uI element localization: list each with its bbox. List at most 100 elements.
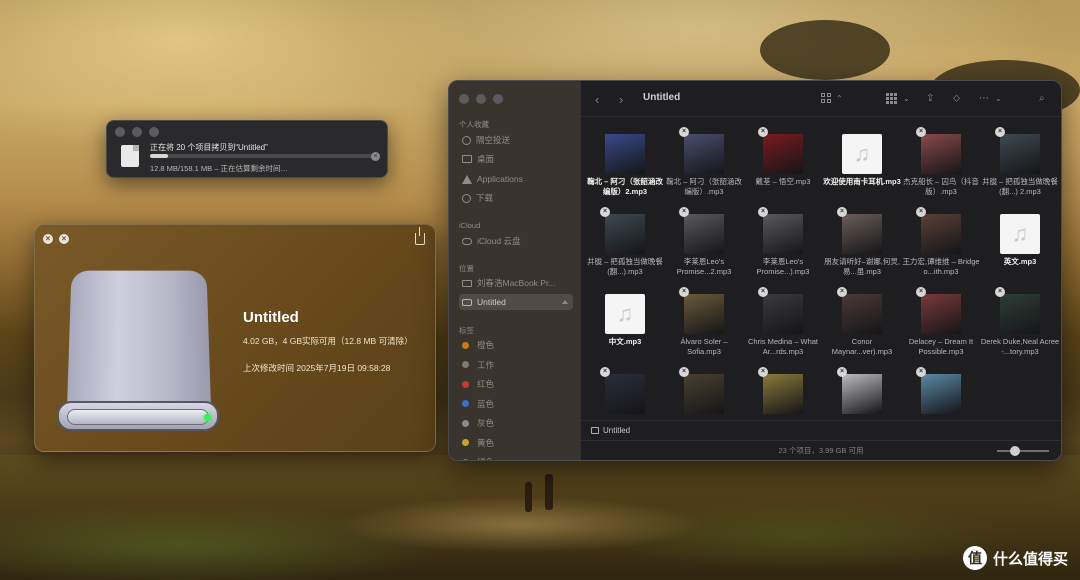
drive-info-window: × × Untitled 4.02 GB，4 GB实际可用（12.8 MB 可清… — [34, 224, 436, 452]
file-item[interactable]: × 李莱恩Leo's Promise...).mp3 — [743, 214, 823, 277]
cancel-copy-icon[interactable]: × — [837, 287, 847, 297]
sidebar-item-label: 桌面 — [477, 153, 494, 165]
finder-toolbar: ‹ › Untitled ⌃ ⌄ ⇪ ⬦ ⋯ ⌄ ⌕ — [581, 81, 1061, 117]
close-all-icon[interactable]: × — [59, 234, 69, 244]
cancel-copy-icon[interactable]: × — [837, 367, 847, 377]
share-icon[interactable] — [415, 233, 425, 245]
file-item[interactable]: × 王力宏,谭维维 – Bridge o...ith.mp3 — [901, 214, 981, 277]
cancel-copy-icon[interactable]: × — [600, 207, 610, 217]
file-item[interactable]: × 朋友请听好–谢娜,何炅,易...虽.mp3 — [822, 214, 902, 277]
zoom-button[interactable] — [149, 127, 159, 137]
close-button[interactable] — [115, 127, 125, 137]
icon-size-slider-knob[interactable] — [1010, 446, 1020, 456]
file-item[interactable]: × — [585, 374, 665, 417]
album-art-thumbnail: × — [1000, 134, 1040, 174]
file-name: 王力宏,谭维维 – Bridge o...ith.mp3 — [901, 257, 981, 277]
file-item[interactable]: ♫ 欢迎使用南卡耳机.mp3 — [822, 134, 902, 187]
icon-size-slider[interactable] — [997, 450, 1049, 452]
cancel-copy-icon[interactable]: × — [916, 127, 926, 137]
file-item[interactable]: × Derek Duke,Neal Acree -...tory.mp3 — [980, 294, 1060, 357]
stop-copy-icon[interactable]: × — [371, 152, 380, 161]
album-art-thumbnail: × — [921, 134, 961, 174]
file-item[interactable]: × Chris Medina – What Ar...rds.mp3 — [743, 294, 823, 357]
close-icon[interactable]: × — [43, 234, 53, 244]
sidebar-item-applications[interactable]: Applications — [459, 171, 573, 187]
sidebar-item-untitled[interactable]: Untitled — [459, 294, 573, 310]
cancel-copy-icon[interactable]: × — [758, 207, 768, 217]
sidebar-item-icloud-drive[interactable]: iCloud 云盘 — [459, 233, 573, 249]
cancel-copy-icon[interactable]: × — [837, 207, 847, 217]
cancel-copy-icon[interactable]: × — [916, 287, 926, 297]
file-item[interactable]: × 鞠北 – 阿刁（张韶涵改编版）.mp3 — [664, 134, 744, 197]
cancel-copy-icon[interactable]: × — [679, 127, 689, 137]
cancel-copy-icon[interactable]: × — [758, 367, 768, 377]
share-icon[interactable]: ⇪ — [926, 93, 938, 104]
view-toggle-chevron-icon[interactable]: ⌃ — [836, 93, 848, 104]
cancel-copy-icon[interactable]: × — [995, 127, 1005, 137]
icon-view-icon[interactable] — [821, 93, 833, 104]
file-item[interactable]: × 杰克船长 – 囚鸟（抖音版）.mp3 — [901, 134, 981, 197]
sidebar-tag-item[interactable]: 工作 — [459, 357, 573, 373]
sidebar-tag-item[interactable]: 蓝色 — [459, 396, 573, 412]
file-item[interactable]: × — [743, 374, 823, 417]
applications-icon — [462, 175, 472, 184]
eject-icon[interactable] — [562, 300, 568, 304]
file-item[interactable]: 鞠北 – 阿刁（张韶涵改编版）2.mp3 — [585, 134, 665, 197]
sidebar-tag-item[interactable]: 橙色 — [459, 337, 573, 353]
sidebar-tag-item[interactable]: 灰色 — [459, 415, 573, 431]
desktop-icon — [462, 155, 472, 163]
more-actions-icon[interactable]: ⋯ — [979, 93, 991, 104]
sidebar-tag-item[interactable]: 红色 — [459, 376, 573, 392]
zoom-button[interactable] — [493, 94, 503, 104]
album-art-thumbnail: × — [684, 294, 724, 334]
sidebar-item-desktop[interactable]: 桌面 — [459, 151, 573, 167]
audio-file-icon: ♫ — [605, 294, 645, 334]
file-name: Conor Maynar...ver).mp3 — [822, 337, 902, 357]
group-by-icon[interactable] — [886, 93, 898, 104]
back-icon[interactable]: ‹ — [595, 92, 599, 107]
tag-icon[interactable]: ⬦ — [953, 93, 965, 104]
sidebar-item-airdrop[interactable]: 隔空投送 — [459, 132, 573, 148]
cancel-copy-icon[interactable]: × — [995, 287, 1005, 297]
file-grid: 鞠北 – 阿刁（张韶涵改编版）2.mp3 × 鞠北 – 阿刁（张韶涵改编版）.mp3… — [581, 118, 1061, 420]
watermark: 值 什么值得买 — [963, 546, 1068, 570]
cancel-copy-icon[interactable]: × — [679, 207, 689, 217]
background-tree — [760, 20, 890, 80]
file-name: 井胧 – 把孤独当做晚餐(翻...).mp3 — [585, 257, 665, 277]
cancel-copy-icon[interactable]: × — [916, 367, 926, 377]
cancel-copy-icon[interactable]: × — [916, 207, 926, 217]
chevron-down-icon[interactable]: ⌄ — [995, 93, 1007, 104]
file-item[interactable]: × 井胧 – 把孤独当做晚餐(翻...).mp3 — [585, 214, 665, 277]
file-item[interactable]: × — [901, 374, 981, 417]
chevron-down-icon[interactable]: ⌄ — [903, 93, 915, 104]
sidebar-item-downloads[interactable]: 下载 — [459, 190, 573, 206]
album-art-thumbnail: × — [921, 214, 961, 254]
close-button[interactable] — [459, 94, 469, 104]
sidebar-item-label: 黄色 — [477, 437, 494, 449]
sidebar-tag-item[interactable]: 绿色 — [459, 454, 573, 461]
tag-color-dot — [462, 439, 469, 446]
file-item[interactable]: ♫ 中文.mp3 — [585, 294, 665, 347]
forward-icon[interactable]: › — [619, 92, 623, 107]
cancel-copy-icon[interactable]: × — [679, 367, 689, 377]
file-item[interactable]: × 井胧 – 把孤独当做晚餐(翻...) 2.mp3 — [980, 134, 1060, 197]
file-item[interactable]: × 戴荃 – 悟空.mp3 — [743, 134, 823, 187]
file-item[interactable]: ♫ 英文.mp3 — [980, 214, 1060, 267]
sidebar-item-label: Applications — [477, 174, 523, 184]
cancel-copy-icon[interactable]: × — [679, 287, 689, 297]
file-item[interactable]: × 李莱恩Leo's Promise...2.mp3 — [664, 214, 744, 277]
cancel-copy-icon[interactable]: × — [758, 287, 768, 297]
minimize-button[interactable] — [132, 127, 142, 137]
file-item[interactable]: × Conor Maynar...ver).mp3 — [822, 294, 902, 357]
search-icon[interactable]: ⌕ — [1039, 93, 1051, 104]
minimize-button[interactable] — [476, 94, 486, 104]
file-item[interactable]: × — [822, 374, 902, 417]
sidebar-tag-item[interactable]: 黄色 — [459, 435, 573, 451]
file-item[interactable]: × Delacey – Dream It Possible.mp3 — [901, 294, 981, 357]
cancel-copy-icon[interactable]: × — [600, 367, 610, 377]
file-item[interactable]: × — [664, 374, 744, 417]
sidebar-item-macbook[interactable]: 刘春浩MacBook Pr... — [459, 275, 573, 291]
path-item[interactable]: Untitled — [603, 426, 630, 435]
file-item[interactable]: × Álvaro Soler – Sofia.mp3 — [664, 294, 744, 357]
cancel-copy-icon[interactable]: × — [758, 127, 768, 137]
